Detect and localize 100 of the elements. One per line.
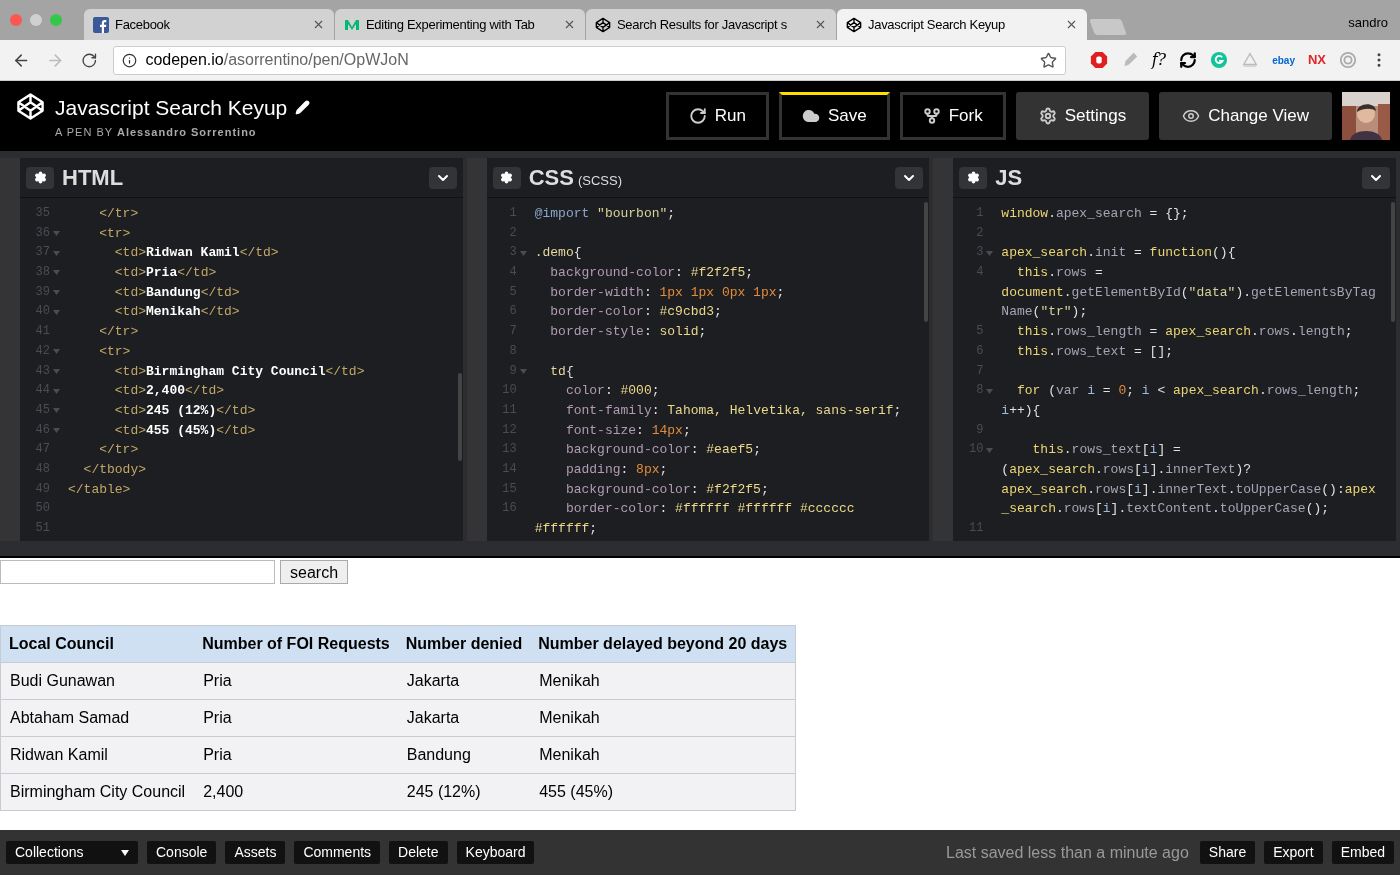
editor-title: CSS xyxy=(528,164,574,192)
table-cell: 2,400 xyxy=(194,773,398,811)
fold-arrow-icon[interactable] xyxy=(53,290,60,296)
bookmark-star-icon[interactable] xyxy=(1039,51,1057,69)
browser-tab[interactable]: Facebook xyxy=(84,9,334,40)
reload-icon[interactable] xyxy=(80,51,98,69)
toolbar-button[interactable]: Settings xyxy=(1015,92,1150,140)
footer-button[interactable]: Comments xyxy=(294,841,381,864)
sync-icon[interactable] xyxy=(1179,51,1198,69)
settings-button[interactable] xyxy=(959,166,988,189)
fold-arrow-icon[interactable] xyxy=(519,250,527,256)
info-icon[interactable] xyxy=(122,52,138,68)
table-cell: Budi Gunawan xyxy=(0,662,195,700)
footer-button[interactable]: Share xyxy=(1199,841,1256,864)
code-line: <td>455 (45%)</td> xyxy=(113,421,256,440)
footer-button[interactable]: Keyboard xyxy=(456,841,535,864)
stop-hand-icon[interactable] xyxy=(1089,51,1108,69)
browser-tab[interactable]: Editing Experimenting with Tab xyxy=(335,9,585,40)
code-line: border-style: solid; xyxy=(549,323,707,342)
cube-logo-icon xyxy=(846,16,862,33)
fold-arrow-icon[interactable] xyxy=(53,231,60,237)
code-line: </tr> xyxy=(98,441,139,460)
fold-arrow-icon[interactable] xyxy=(53,270,60,276)
code-line: color: #000; xyxy=(564,382,660,401)
scrollbar-thumb[interactable] xyxy=(924,202,929,322)
code-line: border-color: #ffffff #ffffff #cccccc xyxy=(564,500,855,519)
collapse-button[interactable] xyxy=(428,166,457,189)
browser-tab[interactable]: Search Results for Javascript s xyxy=(586,9,836,40)
close-window-button[interactable] xyxy=(10,14,22,26)
pen-title: Javascript Search Keyup xyxy=(55,95,288,121)
table-cell: Ridwan Kamil xyxy=(0,736,195,774)
scrollbar-thumb[interactable] xyxy=(457,373,462,461)
search-field[interactable] xyxy=(0,560,275,584)
toolbar-button[interactable]: Change View xyxy=(1159,92,1332,140)
code-line: border-width: 1px 1px 0px 1px; xyxy=(549,283,785,302)
extension-label[interactable]: NX xyxy=(1307,50,1326,70)
table-cell: Jakarta xyxy=(397,699,531,737)
code-line: </tr> xyxy=(98,205,139,223)
extension-label[interactable]: f? xyxy=(1151,48,1167,72)
fold-arrow-icon[interactable] xyxy=(986,250,994,256)
profile-name[interactable]: sandro xyxy=(1348,13,1388,33)
footer-button[interactable]: Console xyxy=(147,841,217,864)
address-field[interactable]: codepen.io/asorrentino/pen/OpWJoN xyxy=(113,45,1066,75)
footer-button[interactable]: Embed xyxy=(1331,841,1394,864)
code-line: <td>Menikah</td> xyxy=(113,303,240,322)
collapse-button[interactable] xyxy=(895,166,924,189)
ring-icon[interactable] xyxy=(1339,51,1357,69)
code-line: for (var i = 0; i < apex_search.rows_length; xyxy=(1015,382,1361,401)
code-line: background-color: #eaef5; xyxy=(564,441,761,460)
code-line: window.apex_search = {}; xyxy=(1001,205,1189,223)
f-logo-icon xyxy=(93,16,109,33)
table-cell: Jakarta xyxy=(397,662,531,700)
footer-button[interactable]: Export xyxy=(1264,841,1323,864)
footer-button[interactable]: Delete xyxy=(389,841,448,864)
minimize-window-button[interactable] xyxy=(30,14,42,26)
code-line: font-size: 14px; xyxy=(564,421,691,440)
close-icon[interactable] xyxy=(814,18,827,31)
settings-button[interactable] xyxy=(26,166,54,189)
collapse-button[interactable] xyxy=(1362,166,1390,189)
fold-arrow-icon[interactable] xyxy=(986,447,994,453)
fold-arrow-icon[interactable] xyxy=(53,250,60,256)
code-line: Name("tr"); xyxy=(1001,303,1088,322)
search-button[interactable]: search xyxy=(280,560,349,584)
close-icon[interactable] xyxy=(1065,18,1078,31)
close-icon[interactable] xyxy=(312,18,325,31)
fold-arrow-icon[interactable] xyxy=(53,388,60,394)
code-line: </table> xyxy=(68,480,131,499)
fold-arrow-icon[interactable] xyxy=(986,388,994,394)
code-line: padding: 8px; xyxy=(564,460,668,479)
fold-arrow-icon[interactable] xyxy=(519,368,527,374)
browser-tab[interactable]: Javascript Search Keyup xyxy=(837,9,1087,40)
close-icon[interactable] xyxy=(563,18,576,31)
footer-button[interactable]: Collections xyxy=(6,841,138,864)
triangle-icon[interactable] xyxy=(1241,51,1260,69)
settings-button[interactable] xyxy=(492,166,521,189)
toolbar-button[interactable]: Fork xyxy=(899,92,1006,140)
extension-label[interactable]: ebay xyxy=(1272,52,1295,68)
pencil-icon[interactable] xyxy=(295,100,311,116)
fold-arrow-icon[interactable] xyxy=(53,368,60,374)
fold-arrow-icon[interactable] xyxy=(53,309,60,315)
zoom-window-button[interactable] xyxy=(50,14,62,26)
footer-button[interactable]: Assets xyxy=(225,841,286,864)
table-cell: Pria xyxy=(194,736,398,774)
resize-bar[interactable] xyxy=(0,541,1400,558)
code-line: <tr> xyxy=(98,342,131,361)
table-cell: Menikah xyxy=(530,699,796,737)
table-cell: Menikah xyxy=(530,662,796,700)
code-line: <td>Ridwan Kamil</td> xyxy=(113,244,279,263)
code-line: border-color: #c9cbd3; xyxy=(549,303,722,322)
code-line: </tbody> xyxy=(82,460,146,479)
fold-arrow-icon[interactable] xyxy=(53,349,60,355)
new-tab-button[interactable] xyxy=(1089,19,1127,35)
g-circle-icon[interactable] xyxy=(1210,51,1229,69)
toolbar-button[interactable]: Run xyxy=(665,92,769,140)
column-header: Number of FOI Requests xyxy=(194,625,398,663)
settings-icon xyxy=(33,171,47,184)
fold-arrow-icon[interactable] xyxy=(53,408,60,414)
toolbar-button[interactable]: Save xyxy=(779,92,890,140)
fold-arrow-icon[interactable] xyxy=(53,427,60,433)
refresh-icon xyxy=(688,107,707,125)
